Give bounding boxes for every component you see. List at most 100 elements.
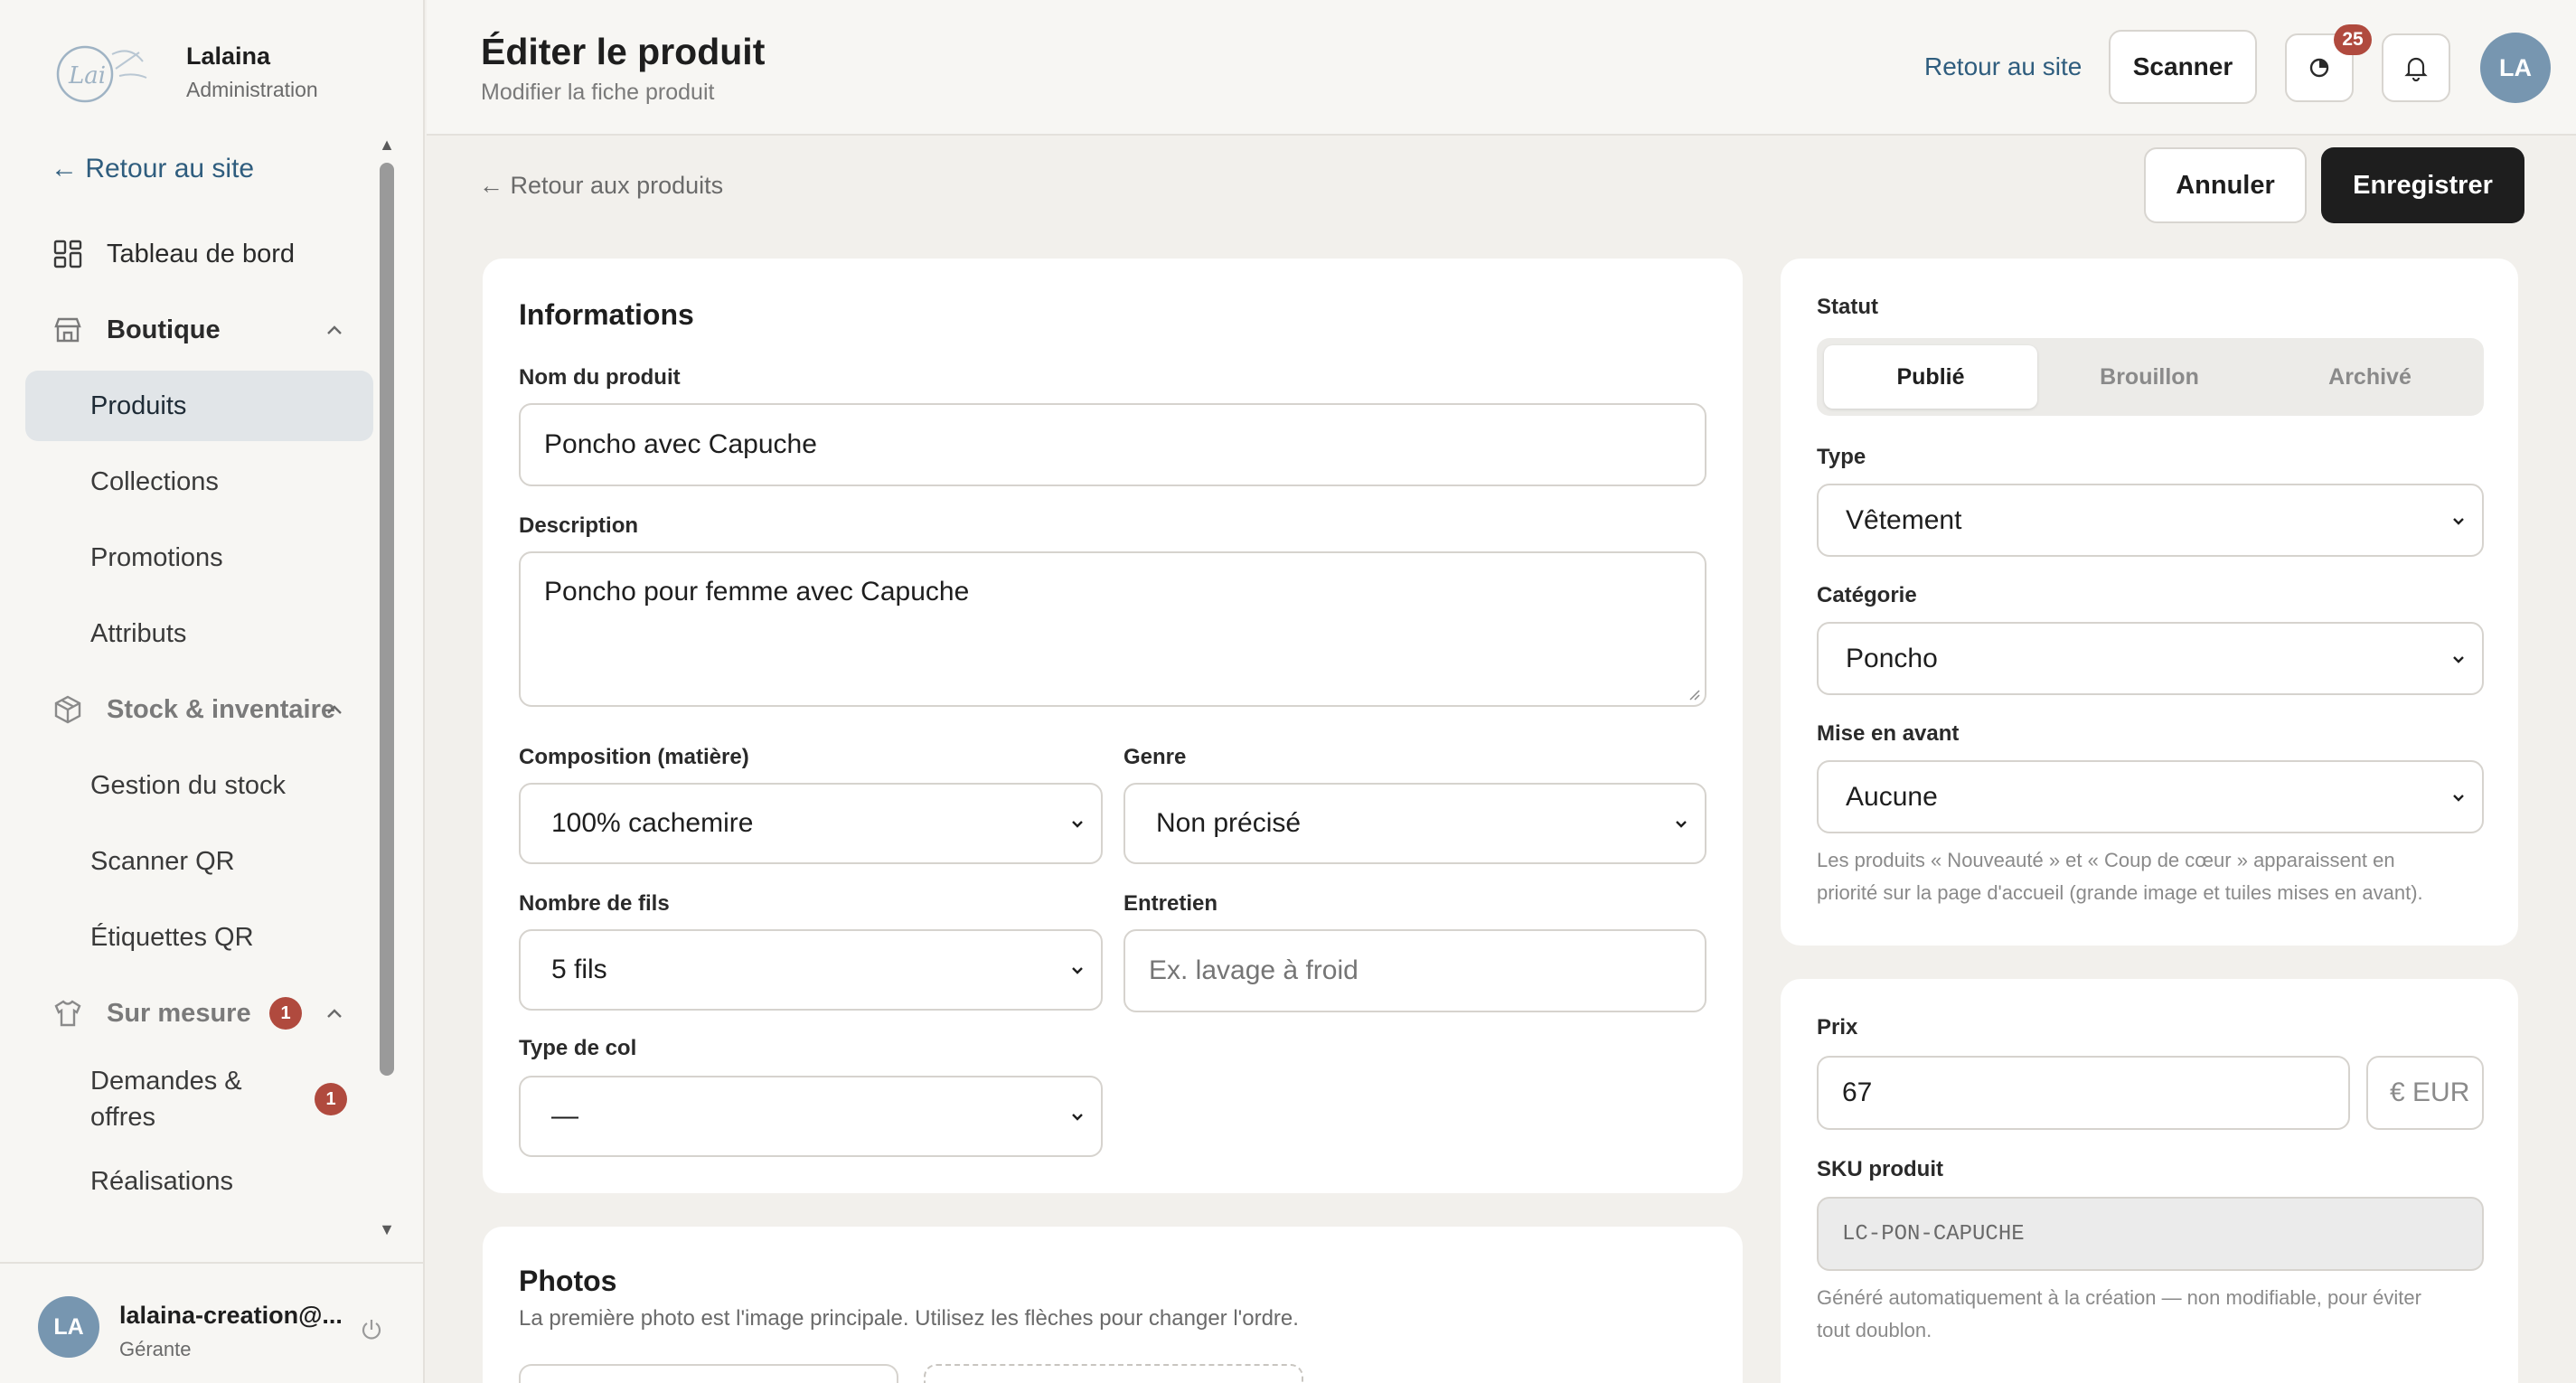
scanner-button[interactable]: Scanner [2109,30,2257,104]
pie-chart-icon [2309,58,2329,78]
product-name-input[interactable]: Poncho avec Capuche [519,403,1706,486]
field-label: Description [519,513,639,538]
user-role: Gérante [119,1338,192,1360]
field-label: Entretien [1123,891,1218,916]
field-label: Genre [1123,745,1187,769]
description-textarea[interactable]: Poncho pour femme avec Capuche [519,551,1706,707]
sidebar-item-etiquettes-qr[interactable]: Étiquettes QR [25,902,373,973]
select-value: — [551,1101,578,1131]
sidebar-item-label: Promotions [90,542,223,572]
chevron-down-icon [1072,1114,1083,1121]
brand[interactable]: Lai Lalaina Administration [52,27,318,118]
category-select[interactable]: Poncho [1817,622,2484,695]
sidebar-back-link[interactable]: ← Retour au site [51,154,254,184]
activity-button[interactable]: 25 [2285,24,2372,102]
sidebar-item-label: Demandes & offres [90,1067,242,1132]
sidebar-item-label: Réalisations [90,1166,233,1196]
field-label: Nombre de fils [519,891,670,916]
sidebar-nav: ← Retour au site Tableau de bord Boutiqu… [25,136,373,1238]
field-label: Statut [1817,295,1878,319]
sidebar-item-gestion-stock[interactable]: Gestion du stock [25,750,373,821]
composition-select[interactable]: 100% cachemire [519,783,1103,864]
chevron-up-icon[interactable] [323,1002,346,1025]
photos-hint: La première photo est l'image principale… [519,1306,1299,1331]
add-photo-dropzone[interactable] [924,1364,1303,1383]
chevron-up-icon[interactable] [323,698,346,721]
chevron-down-icon [1072,821,1083,828]
sidebar-item-demandes-offres[interactable]: Demandes & offres 1 [25,1054,373,1144]
type-select[interactable]: Vêtement [1817,484,2484,557]
sidebar-item-promotions[interactable]: Promotions [25,522,373,593]
photos-card: Photos La première photo est l'image pri… [483,1227,1743,1383]
field-label: Type de col [519,1036,637,1060]
sidebar-item-label: Sur mesure [107,998,251,1028]
care-input[interactable] [1123,929,1706,1012]
select-value: Aucune [1846,781,1938,812]
description-text: Poncho pour femme avec Capuche [544,577,970,607]
highlight-hint: Les produits « Nouveauté » et « Coup de … [1817,849,2395,871]
select-value: 100% cachemire [551,808,754,838]
sidebar-item-realisations[interactable]: Réalisations [25,1146,373,1217]
avatar: LA [38,1296,99,1358]
status-option-draft[interactable]: Brouillon [2043,345,2256,409]
threads-select[interactable]: 5 fils [519,929,1103,1011]
power-icon[interactable] [358,1316,385,1343]
page-title: Éditer le produit [481,31,766,72]
sidebar-item-label: Étiquettes QR [90,922,254,952]
field-label: Prix [1817,1015,1858,1040]
sidebar-item-dashboard[interactable]: Tableau de bord [25,219,373,289]
gender-select[interactable]: Non précisé [1123,783,1706,864]
store-icon [52,315,83,345]
brand-name: Lalaina [186,42,271,70]
cancel-button[interactable]: Annuler [2144,147,2307,223]
bell-icon [2404,57,2428,81]
chevron-down-icon [2453,794,2464,802]
price-input[interactable]: 67 [1817,1056,2350,1130]
back-to-site-link[interactable]: Retour au site [1924,52,2082,81]
chevron-down-icon [1072,967,1083,974]
sidebar-item-produits[interactable]: Produits [25,371,373,441]
back-to-products-link[interactable]: ← Retour aux produits [479,172,723,200]
sidebar-scrollbar[interactable]: ▲ ▼ [378,136,396,1247]
sidebar-section-sur-mesure[interactable]: Sur mesure 1 [25,978,373,1049]
currency-addon: € EUR [2366,1056,2484,1130]
resize-handle-icon[interactable] [1687,687,1701,701]
select-value: Vêtement [1846,504,1962,535]
box-icon [52,694,83,725]
highlight-hint: priorité sur la page d'accueil (grande i… [1817,881,2423,904]
avatar[interactable]: LA [2480,33,2551,103]
sidebar-section-stock[interactable]: Stock & inventaire [25,674,373,745]
chevron-down-icon [1676,821,1687,828]
informations-card: Informations Nom du produit Poncho avec … [483,259,1743,1193]
brand-logo: Lai [56,45,147,103]
chevron-up-icon[interactable] [323,318,346,342]
status-option-archived[interactable]: Archivé [2263,345,2477,409]
sidebar: Lai Lalaina Administration ← Retour au s… [0,0,425,1383]
user-email: lalaina-creation@... [119,1302,343,1329]
sidebar-item-label: Stock & inventaire [107,694,336,724]
select-value: Non précisé [1156,808,1302,838]
collar-type-select[interactable]: — [519,1076,1103,1157]
notifications-button[interactable] [2382,33,2450,102]
sidebar-item-attributs[interactable]: Attributs [25,598,373,669]
user-profile[interactable]: LA lalaina-creation@... Gérante [0,1262,425,1383]
svg-text:Lai: Lai [68,62,106,89]
select-value: Poncho [1846,643,1938,673]
sidebar-item-label: Boutique [107,315,221,344]
select-value: 5 fils [551,955,607,984]
field-label: Type [1817,445,1866,469]
photo-thumbnail[interactable] [519,1364,898,1383]
scroll-up-arrow-icon[interactable]: ▲ [378,136,396,154]
status-segmented-control: Publié Brouillon Archivé [1817,338,2484,416]
highlight-select[interactable]: Aucune [1817,760,2484,833]
sidebar-item-scanner-qr[interactable]: Scanner QR [25,826,373,897]
notification-badge: 1 [269,997,302,1030]
grid-icon [52,239,83,269]
save-button[interactable]: Enregistrer [2321,147,2524,223]
sidebar-section-boutique[interactable]: Boutique [25,295,373,365]
scrollbar-thumb[interactable] [380,163,394,1076]
sidebar-item-collections[interactable]: Collections [25,447,373,517]
field-label: Nom du produit [519,365,681,390]
status-option-published[interactable]: Publié [1824,345,2037,409]
scroll-down-arrow-icon[interactable]: ▼ [378,1220,396,1238]
